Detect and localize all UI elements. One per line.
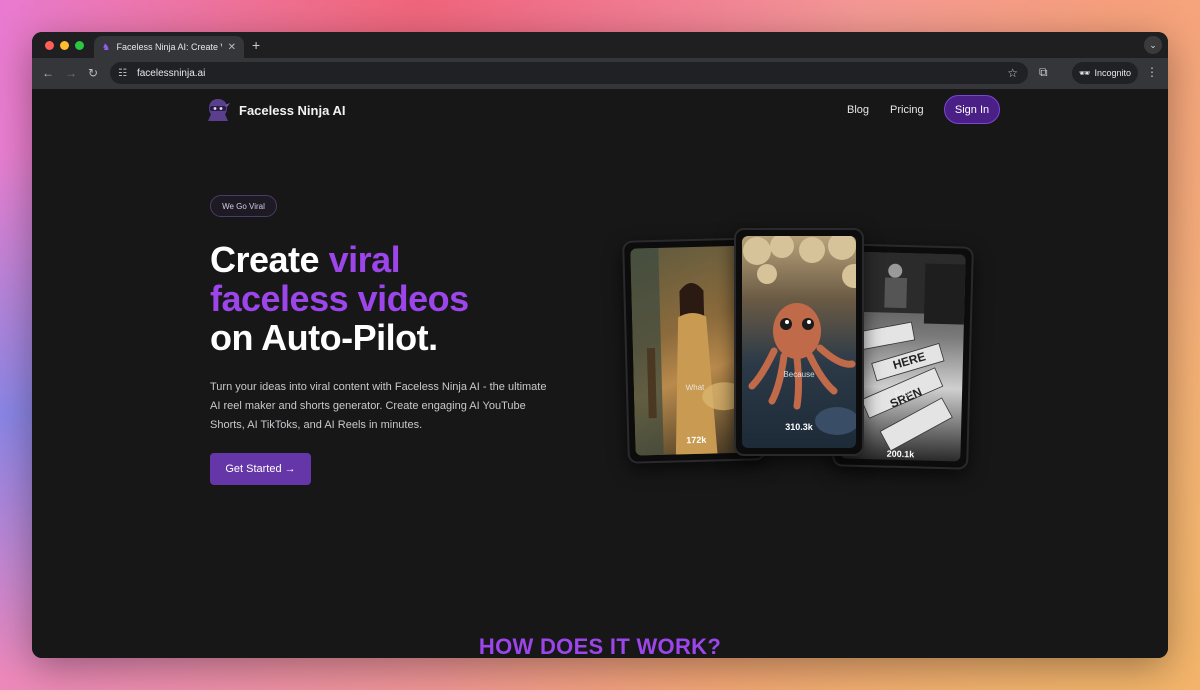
brand-name[interactable]: Faceless Ninja AI bbox=[239, 103, 345, 118]
incognito-label: Incognito bbox=[1094, 68, 1131, 78]
how-it-works-heading: HOW DOES IT WORK? bbox=[478, 634, 722, 658]
headline-text-3: on Auto-Pilot. bbox=[210, 317, 438, 358]
browser-tab[interactable]: ♞ Faceless Ninja AI: Create Viral ✕ bbox=[94, 36, 244, 58]
url-text: facelessninja.ai bbox=[136, 67, 206, 79]
nav-link-pricing[interactable]: Pricing bbox=[890, 104, 924, 116]
tab-search-icon[interactable]: ⌄ bbox=[1144, 36, 1162, 54]
new-tab-icon[interactable]: + bbox=[252, 37, 260, 53]
hero-description: Turn your ideas into viral content with … bbox=[210, 381, 547, 431]
get-started-button[interactable]: Get Started → bbox=[210, 453, 311, 485]
browser-window: ♞ Faceless Ninja AI: Create Viral ✕ + ⌄ … bbox=[32, 32, 1168, 658]
address-bar[interactable]: ☷ facelessninja.ai ☆ bbox=[110, 62, 1028, 84]
webpage: Faceless Ninja AI Blog Pricing Sign In W… bbox=[32, 89, 1168, 658]
favicon-icon: ♞ bbox=[102, 41, 111, 52]
maximize-window-button[interactable] bbox=[75, 41, 84, 50]
tab-strip: ♞ Faceless Ninja AI: Create Viral ✕ + ⌄ bbox=[32, 32, 1168, 58]
octopus-illustration bbox=[743, 236, 856, 435]
headline-text-1: Create bbox=[210, 239, 329, 280]
back-icon[interactable]: ← bbox=[42, 66, 54, 80]
video-caption: Because bbox=[783, 370, 815, 379]
site-info-icon[interactable]: ☷ bbox=[118, 68, 127, 79]
incognito-badge[interactable]: 🕶 Incognito bbox=[1072, 62, 1138, 84]
headline-highlight-2: faceless videos bbox=[210, 278, 469, 319]
ninja-logo-icon[interactable] bbox=[205, 97, 231, 123]
window-controls bbox=[45, 41, 84, 50]
headline-highlight-1: viral bbox=[328, 239, 401, 280]
video-thumbnail: Because 310.3k bbox=[742, 236, 856, 448]
nav-link-blog[interactable]: Blog bbox=[847, 104, 869, 116]
forward-icon[interactable]: → bbox=[65, 66, 77, 80]
minimize-window-button[interactable] bbox=[60, 41, 69, 50]
video-preview-card[interactable]: Because 310.3k bbox=[734, 228, 864, 456]
bookmark-star-icon[interactable]: ☆ bbox=[1007, 66, 1018, 80]
close-tab-icon[interactable]: ✕ bbox=[228, 42, 236, 53]
reload-icon[interactable]: ↻ bbox=[88, 66, 98, 80]
tab-title: Faceless Ninja AI: Create Viral bbox=[116, 42, 221, 52]
extensions-icon[interactable]: ⧉ bbox=[1039, 65, 1048, 80]
hero-headline: Create viral faceless videos on Auto-Pil… bbox=[210, 240, 469, 357]
close-window-button[interactable] bbox=[45, 41, 54, 50]
view-count: 310.3k bbox=[785, 422, 813, 432]
sign-in-button[interactable]: Sign In bbox=[944, 95, 1000, 124]
incognito-icon: 🕶 bbox=[1079, 67, 1091, 78]
browser-menu-icon[interactable]: ⋮ bbox=[1146, 65, 1158, 79]
hero-badge: We Go Viral bbox=[210, 195, 277, 217]
browser-toolbar: ← → ↻ ☷ facelessninja.ai ☆ ⧉ 🕶 Incognito… bbox=[32, 58, 1168, 89]
